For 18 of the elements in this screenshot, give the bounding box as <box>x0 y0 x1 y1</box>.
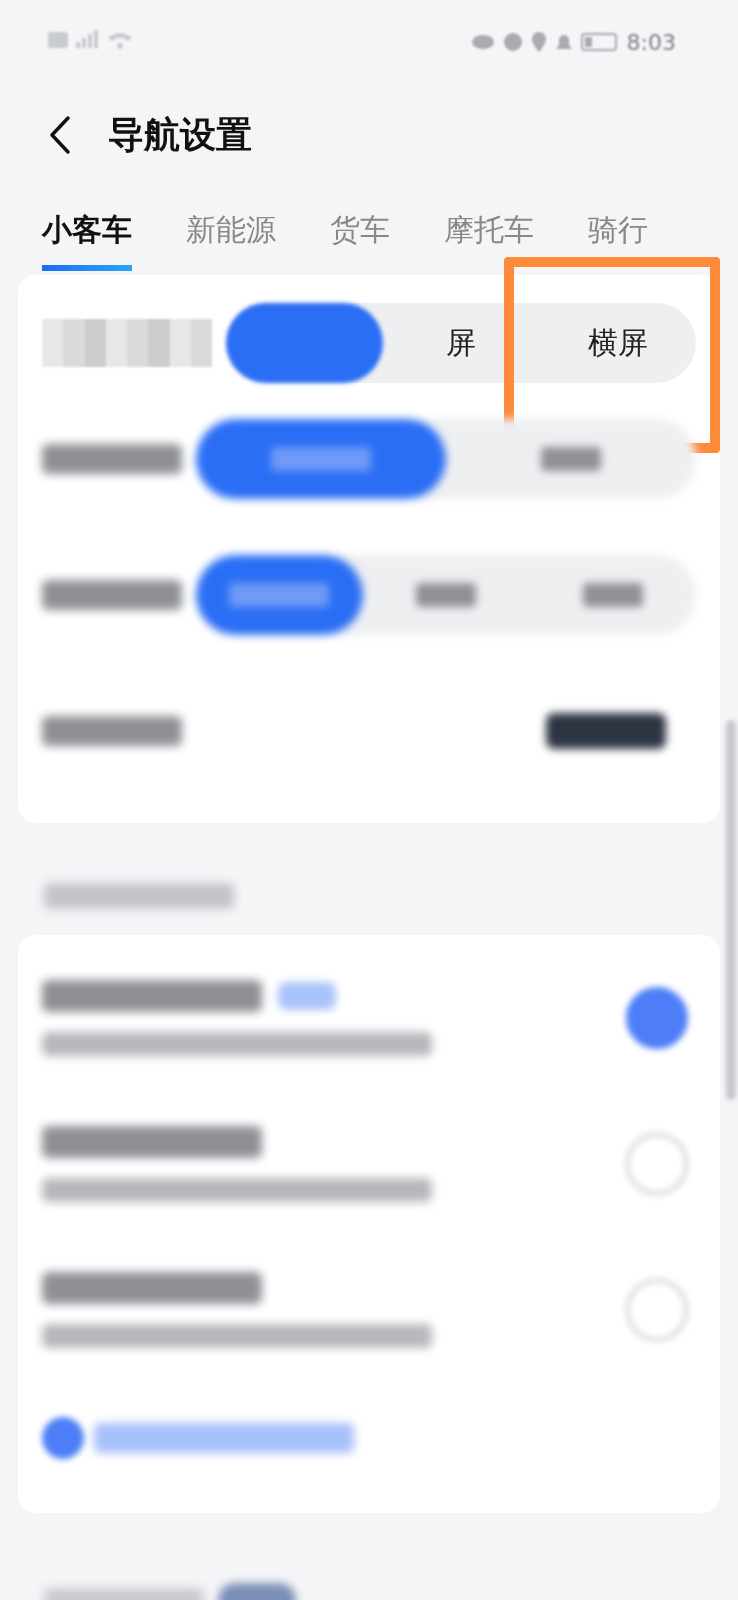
location-icon <box>530 31 547 53</box>
segment-option[interactable]: 屏 <box>382 303 540 383</box>
segment-option[interactable]: 横屏 <box>539 303 696 383</box>
pixelated-option[interactable] <box>226 303 383 383</box>
battery-icon <box>580 32 619 52</box>
blurred-option[interactable] <box>196 419 446 499</box>
status-time: 8:03 <box>626 29 676 55</box>
back-button[interactable] <box>48 115 72 155</box>
bell-icon <box>554 33 573 51</box>
blurred-info-icon <box>42 1417 84 1459</box>
page-title: 导航设置 <box>108 112 252 157</box>
segmented-control[interactable]: 屏 横屏 <box>226 303 696 383</box>
blurred-option[interactable] <box>196 555 363 635</box>
eye-icon <box>470 34 495 50</box>
blurred-segmented-control[interactable] <box>196 419 696 499</box>
radio-button[interactable] <box>626 987 688 1049</box>
blurred-preview-icon <box>546 713 666 749</box>
blurred-segmented-control[interactable] <box>196 555 696 635</box>
